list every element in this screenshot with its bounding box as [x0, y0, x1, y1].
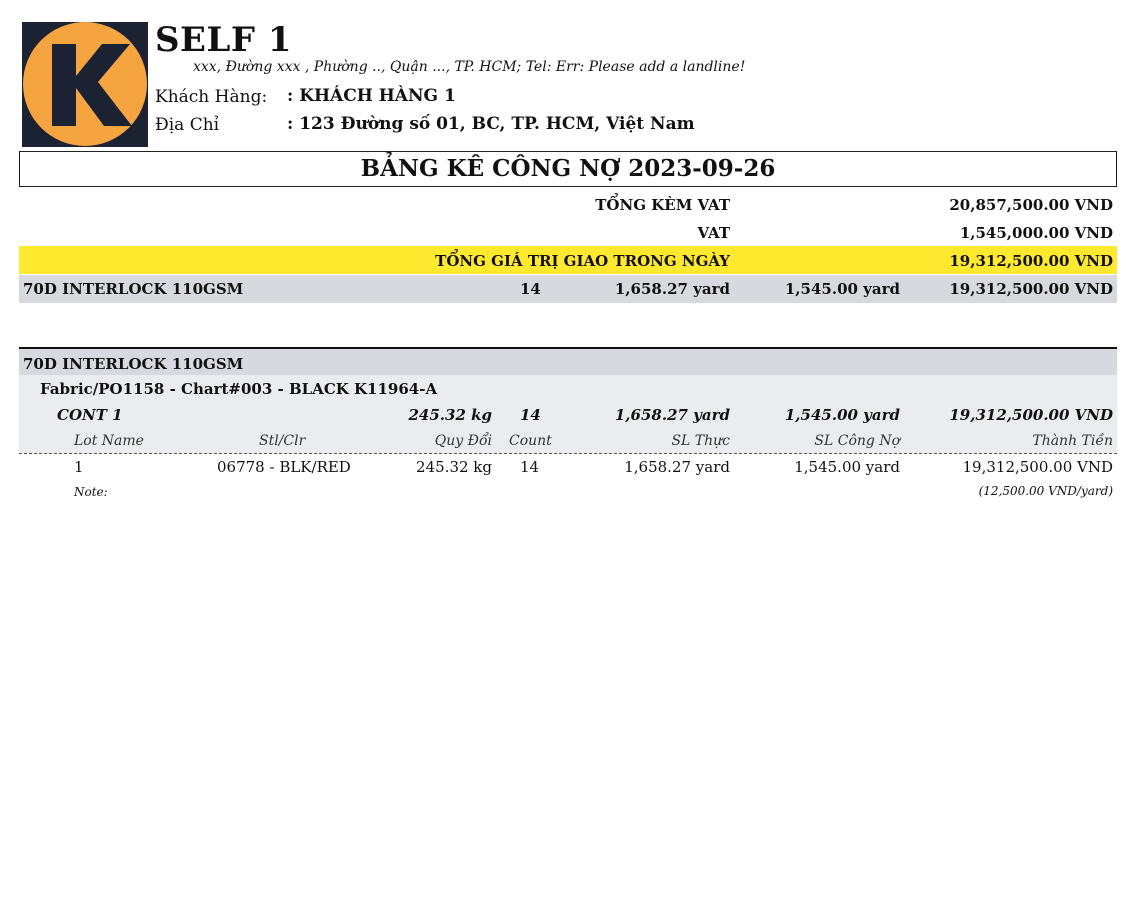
- col-header-quy-doi: Quy Đổi: [434, 433, 492, 449]
- col-header-count: Count: [509, 433, 552, 449]
- fabric-line: Fabric/PO1158 - Chart#003 - BLACK K11964…: [40, 380, 438, 398]
- total-with-vat-value: 20,857,500.00 VND: [949, 196, 1113, 214]
- customer-label: Khách Hàng:: [155, 87, 268, 107]
- company-address: xxx, Đường xxx , Phường .., Quận ..., TP…: [193, 59, 746, 75]
- address-label: Địa Chỉ: [155, 115, 220, 135]
- customer-address-value: : 123 Đường số 01, BC, TP. HCM, Việt Nam: [287, 114, 695, 134]
- col-header-stl-clr: Stl/Clr: [259, 433, 306, 449]
- row-sl-thuc: 1,658.27 yard: [624, 458, 730, 476]
- cont-weight: 245.32 kg: [408, 406, 492, 424]
- vat-label: VAT: [697, 224, 730, 242]
- col-header-thanh-tien: Thành Tiền: [1032, 433, 1113, 449]
- col-header-sl-thuc: SL Thực: [671, 433, 730, 449]
- product-summary-sl-thuc: 1,658.27 yard: [614, 280, 730, 298]
- row-stl-clr: 06778 - BLK/RED: [217, 458, 351, 476]
- note-label: Note:: [74, 485, 108, 499]
- company-name: SELF 1: [155, 20, 293, 60]
- report-title: BẢNG KÊ CÔNG NỢ 2023-09-26: [19, 151, 1117, 187]
- unit-price: (12,500.00 VND/yard): [978, 484, 1113, 498]
- logo-k-icon: [22, 22, 148, 147]
- row-lot-name: 1: [74, 458, 84, 476]
- row-thanh-tien: 19,312,500.00 VND: [962, 458, 1114, 476]
- cont-amount: 19,312,500.00 VND: [949, 406, 1113, 424]
- customer-value: : KHÁCH HÀNG 1: [287, 86, 456, 106]
- daily-total-value: 19,312,500.00 VND: [949, 252, 1113, 270]
- cont-count: 14: [520, 406, 541, 424]
- product-summary-count: 14: [520, 280, 541, 298]
- header-divider: [19, 453, 1117, 454]
- detail-product-name: 70D INTERLOCK 110GSM: [23, 355, 244, 373]
- company-logo: [22, 22, 148, 147]
- daily-total-label: TỔNG GIÁ TRỊ GIAO TRONG NGÀY: [435, 252, 730, 270]
- product-summary-name: 70D INTERLOCK 110GSM: [23, 280, 244, 298]
- row-quy-doi: 245.32 kg: [416, 458, 492, 476]
- product-summary-amount: 19,312,500.00 VND: [949, 280, 1113, 298]
- total-with-vat-label: TỔNG KÈM VAT: [595, 196, 730, 214]
- cont-name: CONT 1: [57, 406, 123, 424]
- col-header-lot-name: Lot Name: [74, 433, 144, 449]
- row-count: 14: [520, 458, 540, 476]
- cont-sl-thuc: 1,658.27 yard: [614, 406, 730, 424]
- vat-value: 1,545,000.00 VND: [959, 224, 1113, 242]
